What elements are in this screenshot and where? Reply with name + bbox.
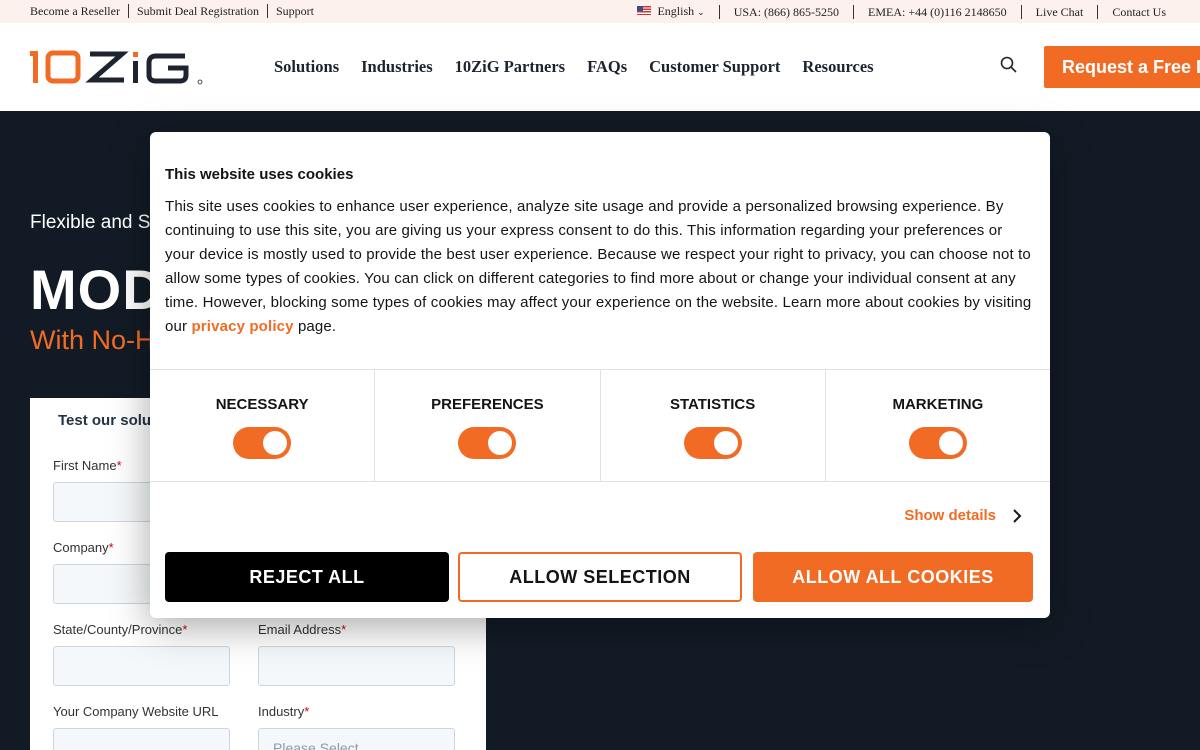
reject-all-button[interactable]: REJECT ALL — [165, 552, 449, 602]
toggle-knob — [713, 431, 738, 455]
cookie-consent-dialog: This website uses cookies This site uses… — [150, 132, 1050, 618]
support-link[interactable]: Support — [266, 4, 322, 18]
hero-subtitle: Flexible and S — [30, 212, 151, 233]
email-field[interactable] — [258, 646, 455, 686]
request-demo-button[interactable]: Request a Free D — [1044, 46, 1200, 88]
category-label: PREFERENCES — [431, 396, 544, 413]
nav-partners[interactable]: 10ZiG Partners — [455, 57, 565, 77]
contact-us-link[interactable]: Contact Us — [1097, 4, 1180, 19]
utility-right: English ⌄ USA: (866) 865-5250 EMEA: +44 (… — [623, 4, 1180, 19]
live-chat-link[interactable]: Live Chat — [1020, 4, 1098, 19]
form-title: Test our solut — [58, 412, 157, 429]
nav-solutions[interactable]: Solutions — [274, 57, 339, 77]
toggle-knob — [938, 431, 963, 455]
cookie-title: This website uses cookies — [165, 166, 354, 183]
usa-phone-link[interactable]: USA: (866) 865-5250 — [718, 4, 853, 19]
nav-customer-support[interactable]: Customer Support — [649, 57, 780, 77]
nav-faqs[interactable]: FAQs — [587, 57, 627, 77]
language-label: English — [657, 4, 695, 18]
nav-resources[interactable]: Resources — [802, 57, 873, 77]
chevron-down-icon: ⌄ — [697, 7, 705, 17]
allow-selection-button[interactable]: ALLOW SELECTION — [458, 552, 742, 602]
website-field[interactable] — [53, 728, 230, 750]
us-flag-icon — [637, 6, 652, 15]
category-statistics: STATISTICS — [599, 370, 825, 481]
industry-select[interactable]: Please Select — [258, 728, 455, 750]
category-preferences: PREFERENCES — [374, 370, 599, 481]
statistics-toggle[interactable] — [683, 427, 742, 459]
chevron-right-icon — [1013, 508, 1022, 523]
show-details-link[interactable]: Show details — [904, 507, 1022, 524]
emea-phone-link[interactable]: EMEA: +44 (0)116 2148650 — [853, 4, 1021, 19]
industry-label: Industry* — [258, 704, 310, 719]
main-nav: Solutions Industries 10ZiG Partners FAQs… — [274, 57, 896, 77]
cookie-body: This site uses cookies to enhance user e… — [165, 198, 1032, 335]
preferences-toggle[interactable] — [458, 427, 517, 459]
marketing-toggle[interactable] — [908, 427, 967, 459]
necessary-toggle[interactable] — [233, 427, 292, 459]
deal-registration-link[interactable]: Submit Deal Registration — [127, 4, 267, 18]
privacy-policy-link[interactable]: privacy policy — [191, 318, 293, 335]
allow-all-cookies-button[interactable]: ALLOW ALL COOKIES — [753, 552, 1033, 602]
nav-industries[interactable]: Industries — [361, 57, 433, 77]
category-label: MARKETING — [892, 396, 984, 413]
website-label: Your Company Website URL — [53, 704, 219, 719]
state-label: State/County/Province* — [53, 622, 188, 637]
site-header: Solutions Industries 10ZiG Partners FAQs… — [0, 23, 1200, 111]
search-icon[interactable] — [1000, 56, 1018, 74]
hero-title: MOD — [30, 258, 164, 321]
cookie-categories: NECESSARY PREFERENCES STATISTICS MARKETI… — [150, 369, 1050, 482]
become-reseller-link[interactable]: Become a Reseller — [30, 4, 128, 18]
category-label: NECESSARY — [215, 396, 309, 413]
utility-links: Become a Reseller Submit Deal Registrati… — [30, 4, 322, 18]
first-name-label: First Name* — [53, 458, 122, 473]
toggle-knob — [488, 431, 513, 455]
company-label: Company* — [53, 540, 114, 555]
toggle-knob — [263, 431, 288, 455]
state-field[interactable] — [53, 646, 230, 686]
utility-bar: Become a Reseller Submit Deal Registrati… — [0, 0, 1200, 23]
category-necessary: NECESSARY — [150, 370, 374, 481]
category-marketing: MARKETING — [824, 370, 1050, 481]
category-label: STATISTICS — [669, 396, 756, 413]
language-selector[interactable]: English ⌄ — [623, 4, 718, 19]
email-label: Email Address* — [258, 622, 347, 637]
10zig-logo[interactable] — [30, 47, 205, 87]
show-details-label: Show details — [904, 507, 996, 524]
hero-tagline: With No-H — [30, 325, 155, 355]
